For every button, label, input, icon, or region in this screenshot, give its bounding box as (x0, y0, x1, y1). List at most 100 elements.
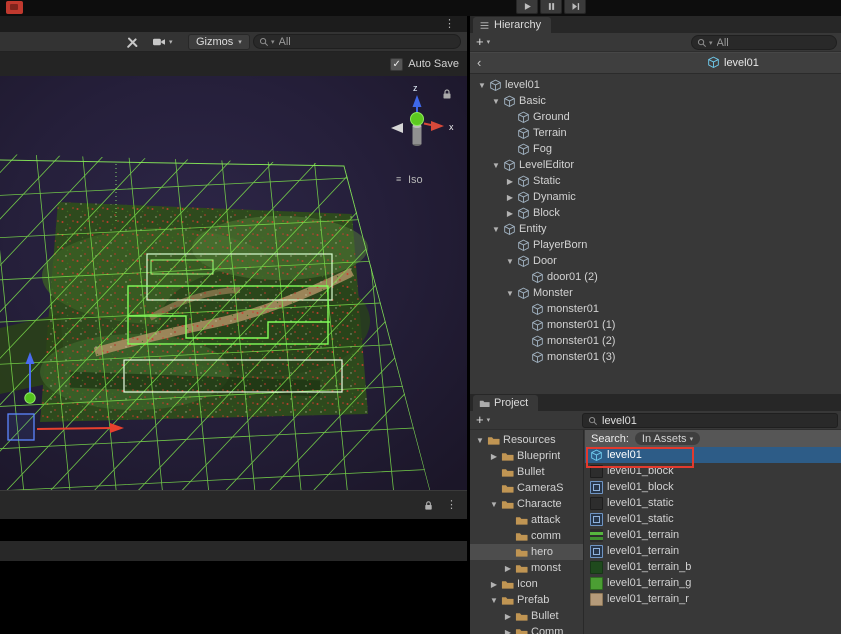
folder-item[interactable]: attack (470, 512, 583, 528)
foldout-open-icon[interactable]: ▼ (488, 500, 500, 509)
hierarchy-search-field[interactable]: ▾ (691, 35, 837, 50)
project-search-input[interactable] (600, 415, 832, 427)
hierarchy-item[interactable]: ▼level01 (470, 77, 841, 93)
scene-search-field[interactable]: ▾ (253, 34, 461, 49)
foldout-closed-icon[interactable]: ▶ (488, 580, 500, 589)
folder-item[interactable]: ▼Characte (470, 496, 583, 512)
hierarchy-item[interactable]: monster01 (3) (470, 349, 841, 365)
folder-item[interactable]: ▶Bullet (470, 608, 583, 624)
kebab-menu-icon[interactable]: ⋮ (446, 498, 457, 512)
search-result[interactable]: level01_block (585, 463, 841, 479)
result-label: level01_terrain_g (607, 577, 691, 589)
hierarchy-item[interactable]: ▼Monster (470, 285, 841, 301)
back-chevron[interactable]: ‹ (477, 55, 481, 70)
folder-item-selected[interactable]: hero (470, 544, 583, 560)
foldout-closed-icon[interactable]: ▶ (504, 209, 516, 218)
hierarchy-item[interactable]: monster01 (1) (470, 317, 841, 333)
folder-item[interactable]: ▶Blueprint (470, 448, 583, 464)
foldout-open-icon[interactable]: ▼ (504, 257, 516, 266)
gizmos-dropdown[interactable]: Gizmos ▾ (188, 34, 250, 50)
folder-item[interactable]: comm (470, 528, 583, 544)
autosave-checkbox[interactable]: ✓ (390, 58, 403, 71)
create-button[interactable]: + ▾ (476, 35, 490, 49)
chevron-down-icon: ▾ (690, 435, 694, 443)
terrain-icon (590, 529, 603, 542)
foldout-open-icon[interactable]: ▼ (488, 596, 500, 605)
search-result[interactable]: level01_terrain_g (585, 575, 841, 591)
hierarchy-item[interactable]: door01 (2) (470, 269, 841, 285)
pause-button[interactable] (540, 0, 562, 14)
breadcrumb-item[interactable]: level01 (707, 56, 759, 69)
hierarchy-item[interactable]: monster01 (2) (470, 333, 841, 349)
search-result[interactable]: level01_static (585, 495, 841, 511)
camera-view-button[interactable]: ▾ (152, 34, 173, 50)
foldout-closed-icon[interactable]: ▶ (502, 612, 514, 621)
search-icon (259, 37, 269, 47)
project-search-field[interactable] (582, 413, 838, 428)
tools-button[interactable] (126, 34, 139, 50)
tab-project[interactable]: Project (473, 395, 538, 411)
hierarchy-item[interactable]: ▶Block (470, 205, 841, 221)
search-result[interactable]: level01_terrain (585, 543, 841, 559)
hierarchy-item[interactable]: Fog (470, 141, 841, 157)
foldout-closed-icon[interactable]: ▶ (504, 193, 516, 202)
lock-icon[interactable] (423, 500, 434, 511)
hierarchy-item[interactable]: ▶Static (470, 173, 841, 189)
search-result[interactable]: level01_terrain_b (585, 559, 841, 575)
folder-item[interactable]: CameraS (470, 480, 583, 496)
hierarchy-item[interactable]: ▶Dynamic (470, 189, 841, 205)
kebab-menu-icon[interactable]: ⋮ (444, 17, 455, 31)
foldout-open-icon[interactable]: ▼ (474, 436, 486, 445)
collapsed-panel-header[interactable]: ⋮ (0, 490, 467, 519)
search-result[interactable]: level01_block (585, 479, 841, 495)
foldout-open-icon[interactable]: ▼ (504, 289, 516, 298)
hierarchy-tree: ▼level01 ▼Basic Ground Terrain Fog ▼Leve… (470, 74, 841, 394)
axis-x-label: x (449, 122, 454, 132)
collapsed-panel-bar[interactable] (0, 541, 467, 561)
hierarchy-item[interactable]: ▼Door (470, 253, 841, 269)
create-button[interactable]: + ▾ (476, 413, 490, 427)
search-result-selected[interactable]: level01 (585, 447, 841, 463)
search-result[interactable]: level01_static (585, 511, 841, 527)
folder-item[interactable]: ▼Prefab (470, 592, 583, 608)
search-filter-caret[interactable]: ▾ (271, 38, 275, 46)
folder-item[interactable]: ▼Resources (470, 432, 583, 448)
step-button[interactable] (564, 0, 586, 14)
foldout-open-icon[interactable]: ▼ (476, 81, 488, 90)
search-filter-caret[interactable]: ▾ (709, 39, 713, 47)
folder-item[interactable]: ▶Icon (470, 576, 583, 592)
gameobject-cube-icon (517, 111, 530, 124)
search-result[interactable]: level01_terrain_r (585, 591, 841, 607)
hierarchy-item[interactable]: ▼LevelEditor (470, 157, 841, 173)
hierarchy-item[interactable]: monster01 (470, 301, 841, 317)
scene-search-input[interactable] (277, 36, 455, 48)
foldout-open-icon[interactable]: ▼ (490, 161, 502, 170)
scene-canvas[interactable]: z x ≡ Iso (0, 76, 467, 490)
folder-item[interactable]: Bullet (470, 464, 583, 480)
foldout-closed-icon[interactable]: ▶ (504, 177, 516, 186)
step-icon (571, 2, 580, 11)
foldout-open-icon[interactable]: ▼ (490, 225, 502, 234)
search-result[interactable]: level01_terrain (585, 527, 841, 543)
hierarchy-item[interactable]: ▼Basic (470, 93, 841, 109)
folder-item[interactable]: ▶monst (470, 560, 583, 576)
play-button[interactable] (516, 0, 538, 14)
foldout-open-icon[interactable]: ▼ (490, 97, 502, 106)
tab-hierarchy[interactable]: Hierarchy (473, 17, 551, 33)
folder-icon (515, 610, 528, 623)
scene-viewport[interactable]: z x ≡ Iso (0, 76, 467, 490)
folder-item[interactable]: ▶Comm (470, 624, 583, 634)
hierarchy-item[interactable]: Terrain (470, 125, 841, 141)
search-scope-dropdown[interactable]: In Assets ▾ (635, 432, 700, 445)
folder-icon (501, 482, 514, 495)
foldout-closed-icon[interactable]: ▶ (502, 628, 514, 634)
hierarchy-search-input[interactable] (715, 37, 831, 49)
foldout-closed-icon[interactable]: ▶ (502, 564, 514, 573)
hierarchy-item[interactable]: Ground (470, 109, 841, 125)
red-toolbar-icon[interactable] (6, 1, 23, 14)
folder-icon (515, 562, 528, 575)
foldout-closed-icon[interactable]: ▶ (488, 452, 500, 461)
hierarchy-item[interactable]: PlayerBorn (470, 237, 841, 253)
hierarchy-item[interactable]: ▼Entity (470, 221, 841, 237)
iso-label: Iso (408, 174, 423, 186)
